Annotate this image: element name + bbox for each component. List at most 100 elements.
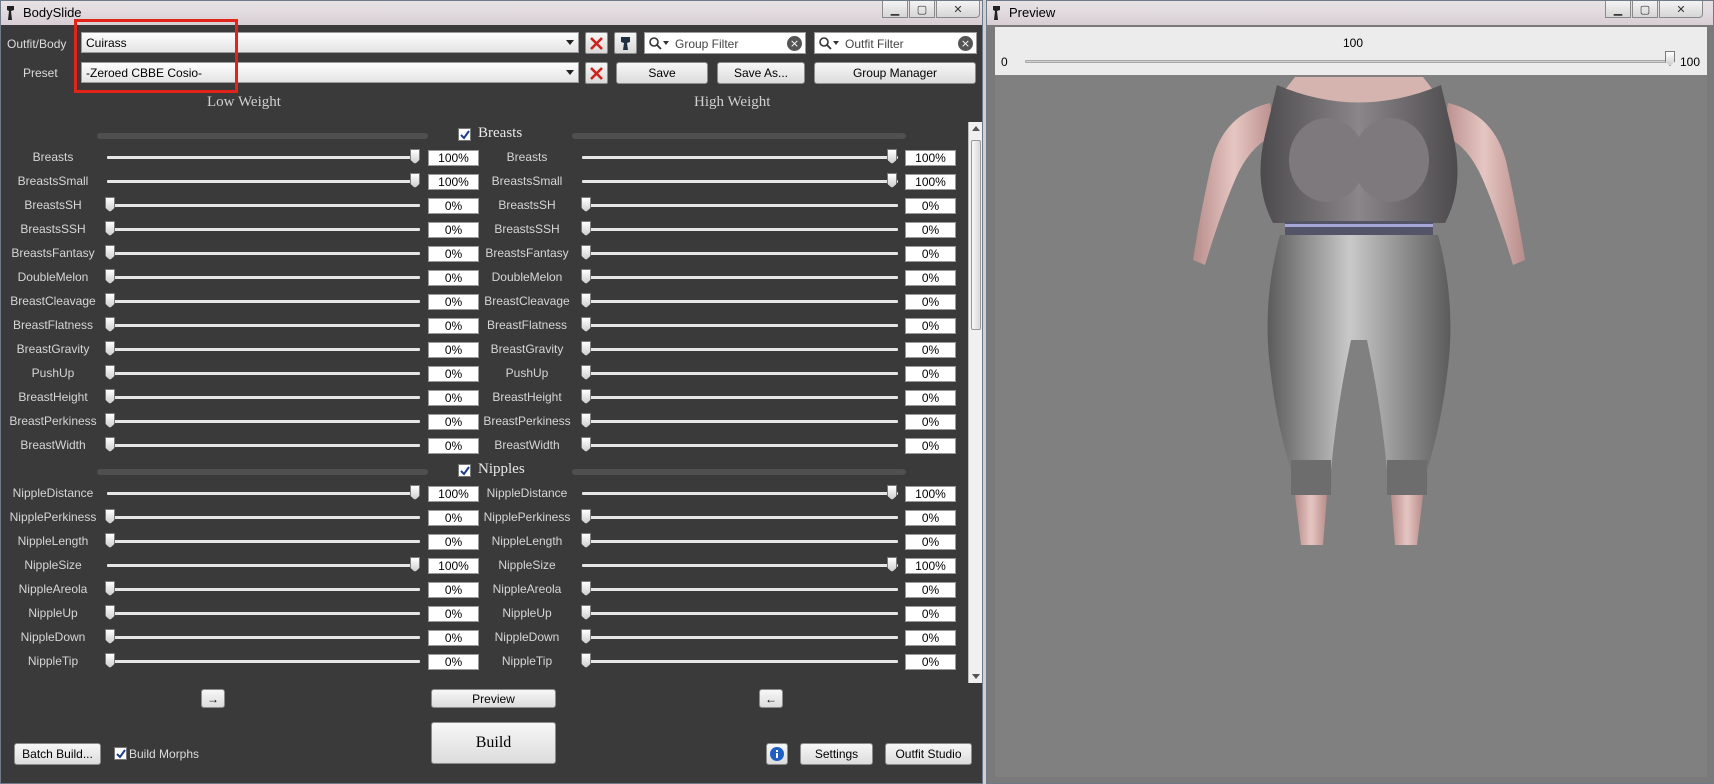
slider-value-low[interactable]: 0%	[428, 606, 479, 622]
slider-thumb-high[interactable]	[581, 413, 591, 428]
slider-value-low[interactable]: 0%	[428, 270, 479, 286]
slider-track-high[interactable]	[582, 516, 898, 519]
slider-track-low[interactable]	[107, 540, 420, 543]
slider-track-low[interactable]	[107, 276, 420, 279]
slider-value-high[interactable]: 100%	[905, 150, 956, 166]
slider-thumb-low[interactable]	[105, 629, 115, 644]
build-button[interactable]: Build	[431, 722, 556, 764]
slider-track-high[interactable]	[582, 372, 898, 375]
slider-track-high[interactable]	[582, 252, 898, 255]
slider-track-low[interactable]	[107, 612, 420, 615]
group-checkbox-breasts[interactable]	[458, 128, 471, 141]
slider-thumb-high[interactable]	[887, 485, 897, 500]
copy-high-to-low-button[interactable]: ←	[759, 689, 783, 708]
slider-value-high[interactable]: 0%	[905, 246, 956, 262]
slider-track-low[interactable]	[107, 660, 420, 663]
slider-track-high[interactable]	[582, 228, 898, 231]
save-button[interactable]: Save	[616, 62, 708, 84]
slider-track-high[interactable]	[582, 540, 898, 543]
slider-track-high[interactable]	[582, 204, 898, 207]
slider-thumb-high[interactable]	[887, 149, 897, 164]
slider-thumb-high[interactable]	[581, 629, 591, 644]
slider-value-high[interactable]: 0%	[905, 294, 956, 310]
group-checkbox-nipples[interactable]	[458, 464, 471, 477]
slider-value-high[interactable]: 0%	[905, 582, 956, 598]
slider-thumb-high[interactable]	[581, 365, 591, 380]
slider-track-low[interactable]	[107, 324, 420, 327]
weight-slider-thumb[interactable]	[1665, 51, 1675, 66]
clear-icon[interactable]: ×	[787, 36, 802, 51]
outfit-filter-input[interactable]: Outfit Filter ×	[814, 32, 977, 54]
scroll-thumb[interactable]	[971, 140, 981, 330]
slider-track-low[interactable]	[107, 588, 420, 591]
info-button[interactable]	[766, 743, 788, 765]
slider-thumb-low[interactable]	[105, 389, 115, 404]
slider-track-high[interactable]	[582, 420, 898, 423]
outfit-body-combo[interactable]: Cuirass	[81, 32, 579, 53]
close-button[interactable]: ✕	[1659, 1, 1703, 18]
slider-thumb-low[interactable]	[105, 581, 115, 596]
slider-value-high[interactable]: 0%	[905, 438, 956, 454]
slider-value-high[interactable]: 0%	[905, 222, 956, 238]
slider-track-high[interactable]	[582, 156, 898, 159]
slider-thumb-low[interactable]	[105, 197, 115, 212]
slider-value-high[interactable]: 0%	[905, 606, 956, 622]
scroll-up-icon[interactable]	[972, 126, 980, 131]
slider-value-low[interactable]: 100%	[428, 558, 479, 574]
slider-value-low[interactable]: 0%	[428, 318, 479, 334]
slider-thumb-high[interactable]	[581, 341, 591, 356]
slider-thumb-low[interactable]	[105, 365, 115, 380]
scroll-down-icon[interactable]	[972, 674, 980, 679]
slider-value-low[interactable]: 0%	[428, 366, 479, 382]
slider-value-low[interactable]: 0%	[428, 246, 479, 262]
slider-track-low[interactable]	[107, 444, 420, 447]
preview-button[interactable]: Preview	[431, 689, 556, 708]
slider-thumb-high[interactable]	[887, 173, 897, 188]
slider-thumb-high[interactable]	[581, 437, 591, 452]
slider-value-low[interactable]: 100%	[428, 150, 479, 166]
slider-track-low[interactable]	[107, 564, 420, 567]
slider-value-high[interactable]: 0%	[905, 342, 956, 358]
slider-track-low[interactable]	[107, 300, 420, 303]
slider-thumb-low[interactable]	[105, 413, 115, 428]
slider-value-high[interactable]: 0%	[905, 414, 956, 430]
slider-thumb-low[interactable]	[410, 485, 420, 500]
slider-track-low[interactable]	[107, 204, 420, 207]
slider-value-high[interactable]: 0%	[905, 366, 956, 382]
slider-value-high[interactable]: 100%	[905, 174, 956, 190]
slider-track-high[interactable]	[582, 180, 898, 183]
slider-value-low[interactable]: 100%	[428, 174, 479, 190]
slider-value-low[interactable]: 100%	[428, 486, 479, 502]
slider-track-high[interactable]	[582, 612, 898, 615]
slider-value-low[interactable]: 0%	[428, 342, 479, 358]
preset-combo[interactable]: -Zeroed CBBE Cosio-	[81, 62, 579, 83]
slider-thumb-low[interactable]	[105, 293, 115, 308]
slider-thumb-high[interactable]	[581, 269, 591, 284]
slider-value-high[interactable]: 100%	[905, 486, 956, 502]
slider-track-high[interactable]	[582, 588, 898, 591]
slider-thumb-low[interactable]	[105, 341, 115, 356]
slider-value-low[interactable]: 0%	[428, 414, 479, 430]
slider-value-low[interactable]: 0%	[428, 198, 479, 214]
slider-thumb-low[interactable]	[410, 149, 420, 164]
save-as-button[interactable]: Save As...	[717, 62, 805, 84]
maximize-button[interactable]: ▢	[909, 1, 935, 18]
slider-value-high[interactable]: 0%	[905, 510, 956, 526]
slider-value-low[interactable]: 0%	[428, 438, 479, 454]
slider-thumb-high[interactable]	[581, 533, 591, 548]
slider-value-high[interactable]: 0%	[905, 654, 956, 670]
minimize-button[interactable]: ▁	[1605, 1, 1631, 18]
slider-value-high[interactable]: 0%	[905, 534, 956, 550]
slider-track-high[interactable]	[582, 300, 898, 303]
slider-track-high[interactable]	[582, 492, 898, 495]
slider-value-high[interactable]: 0%	[905, 630, 956, 646]
weight-slider-track[interactable]	[1025, 60, 1673, 63]
slider-thumb-low[interactable]	[105, 437, 115, 452]
clear-icon[interactable]: ×	[958, 36, 973, 51]
slider-value-high[interactable]: 0%	[905, 390, 956, 406]
slider-track-low[interactable]	[107, 228, 420, 231]
slider-thumb-low[interactable]	[105, 509, 115, 524]
slider-value-low[interactable]: 0%	[428, 222, 479, 238]
slider-thumb-high[interactable]	[581, 221, 591, 236]
slider-thumb-low[interactable]	[410, 557, 420, 572]
